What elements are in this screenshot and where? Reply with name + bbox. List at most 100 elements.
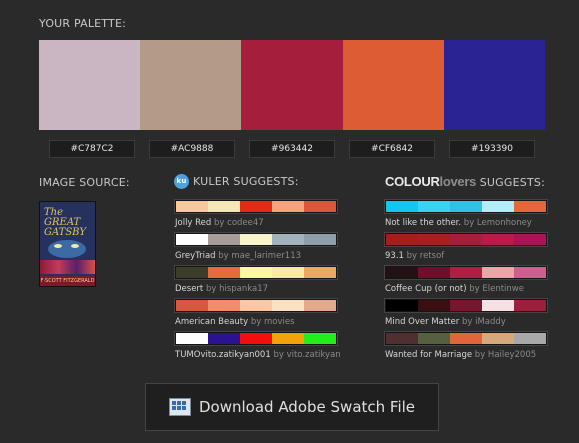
colourlovers-palette-name[interactable]: Wanted for Marriage bbox=[385, 350, 472, 360]
palette-swatch-3[interactable] bbox=[241, 40, 343, 130]
colourlovers-palette-author[interactable]: by Lemonhoney bbox=[464, 218, 532, 228]
color-chip bbox=[240, 300, 272, 311]
kuler-palette-author[interactable]: by movies bbox=[251, 317, 295, 327]
book-title: The GREAT GATSBY bbox=[44, 207, 86, 238]
kuler-palette-name[interactable]: GreyTriad bbox=[175, 251, 216, 261]
color-chip bbox=[482, 201, 514, 212]
kuler-color-strip[interactable] bbox=[175, 266, 337, 279]
color-chip bbox=[450, 234, 482, 245]
kuler-palette-author[interactable]: by hispanka17 bbox=[206, 284, 268, 294]
color-chip bbox=[176, 300, 208, 311]
colourlovers-suggestion[interactable]: 93.1 by retsof bbox=[385, 233, 547, 261]
colourlovers-color-strip[interactable] bbox=[385, 266, 547, 279]
color-chip bbox=[450, 333, 482, 344]
kuler-caption: Jolly Red by codee47 bbox=[175, 218, 337, 228]
kuler-suggestion[interactable]: Desert by hispanka17 bbox=[175, 266, 337, 294]
color-chip bbox=[240, 234, 272, 245]
color-chip bbox=[176, 267, 208, 278]
color-chip bbox=[240, 201, 272, 212]
kuler-palette-author[interactable]: by vito.zatikyan bbox=[273, 350, 340, 360]
palette-strip bbox=[39, 40, 546, 130]
hex-code-row: #C787C2 #AC9888 #963442 #CF6842 #193390 bbox=[49, 140, 535, 158]
kuler-caption: American Beauty by movies bbox=[175, 317, 337, 327]
kuler-palette-name[interactable]: TUMOvito.zatikyan001 bbox=[175, 350, 271, 360]
colourlovers-caption: Wanted for Marriage by Hailey2005 bbox=[385, 350, 547, 360]
colourlovers-palette-name[interactable]: 93.1 bbox=[385, 251, 404, 261]
book-cover-eye bbox=[71, 244, 79, 248]
hex-code[interactable]: #C787C2 bbox=[49, 140, 135, 158]
book-cover-face bbox=[48, 240, 86, 258]
color-chip bbox=[176, 201, 208, 212]
kuler-suggestion[interactable]: American Beauty by movies bbox=[175, 299, 337, 327]
kuler-color-strip[interactable] bbox=[175, 332, 337, 345]
kuler-color-strip[interactable] bbox=[175, 233, 337, 246]
colourlovers-color-strip[interactable] bbox=[385, 200, 547, 213]
colourlovers-suggestion[interactable]: Wanted for Marriage by Hailey2005 bbox=[385, 332, 547, 360]
book-cover-lights bbox=[40, 260, 95, 274]
color-chip bbox=[272, 234, 304, 245]
palette-swatch-1[interactable] bbox=[39, 40, 141, 130]
kuler-suggestion[interactable]: GreyTriad by mae_larimer113 bbox=[175, 233, 337, 261]
palette-swatch-2[interactable] bbox=[140, 40, 242, 130]
colourlovers-caption: Coffee Cup (or not) by Elentinwe bbox=[385, 284, 547, 294]
colourlovers-logo-bold[interactable]: COLOUR bbox=[385, 174, 440, 189]
download-swatch-button[interactable]: Download Adobe Swatch File bbox=[145, 383, 439, 431]
color-chip bbox=[514, 201, 546, 212]
color-chip bbox=[418, 201, 450, 212]
colourlovers-caption: 93.1 by retsof bbox=[385, 251, 547, 261]
kuler-suggestion[interactable]: Jolly Red by codee47 bbox=[175, 200, 337, 228]
color-chip bbox=[482, 267, 514, 278]
colourlovers-suggestion[interactable]: Not like the other. by Lemonhoney bbox=[385, 200, 547, 228]
colourlovers-logo-light[interactable]: lovers bbox=[440, 174, 477, 189]
color-chip bbox=[208, 300, 240, 311]
color-chip bbox=[176, 333, 208, 344]
color-chip bbox=[304, 201, 336, 212]
color-chip bbox=[450, 267, 482, 278]
color-chip bbox=[482, 234, 514, 245]
kuler-color-strip[interactable] bbox=[175, 200, 337, 213]
color-chip bbox=[450, 300, 482, 311]
colourlovers-suggestion[interactable]: Coffee Cup (or not) by Elentinwe bbox=[385, 266, 547, 294]
download-label: Download Adobe Swatch File bbox=[198, 398, 416, 416]
colourlovers-palette-author[interactable]: by Hailey2005 bbox=[475, 350, 536, 360]
color-chip bbox=[386, 201, 418, 212]
palette-swatch-4[interactable] bbox=[342, 40, 444, 130]
colourlovers-color-strip[interactable] bbox=[385, 299, 547, 312]
kuler-palette-author[interactable]: by codee47 bbox=[214, 218, 264, 228]
color-chip bbox=[418, 234, 450, 245]
swatch-file-icon bbox=[168, 398, 191, 416]
colourlovers-palette-author[interactable]: by Elentinwe bbox=[469, 284, 524, 294]
color-chip bbox=[176, 234, 208, 245]
kuler-suggestion[interactable]: TUMOvito.zatikyan001 by vito.zatikyan bbox=[175, 332, 341, 360]
kuler-header: ku KULER SUGGESTS: bbox=[174, 174, 299, 189]
kuler-color-strip[interactable] bbox=[175, 299, 337, 312]
color-chip bbox=[450, 201, 482, 212]
colourlovers-palette-name[interactable]: Mind Over Matter bbox=[385, 317, 459, 327]
kuler-caption: Desert by hispanka17 bbox=[175, 284, 337, 294]
kuler-palette-name[interactable]: American Beauty bbox=[175, 317, 248, 327]
hex-code[interactable]: #CF6842 bbox=[349, 140, 435, 158]
book-cover-eye bbox=[54, 244, 62, 248]
colourlovers-palette-author[interactable]: by retsof bbox=[407, 251, 445, 261]
colourlovers-color-strip[interactable] bbox=[385, 233, 547, 246]
color-chip bbox=[418, 300, 450, 311]
palette-swatch-5[interactable] bbox=[443, 40, 546, 130]
hex-code[interactable]: #963442 bbox=[249, 140, 335, 158]
kuler-palette-name[interactable]: Jolly Red bbox=[175, 218, 211, 228]
colourlovers-color-strip[interactable] bbox=[385, 332, 547, 345]
colourlovers-caption: Mind Over Matter by iMaddy bbox=[385, 317, 547, 327]
colourlovers-palette-name[interactable]: Not like the other. bbox=[385, 218, 461, 228]
color-chip bbox=[208, 333, 240, 344]
hex-code[interactable]: #193390 bbox=[449, 140, 535, 158]
colourlovers-palette-author[interactable]: by iMaddy bbox=[462, 317, 506, 327]
kuler-palette-name[interactable]: Desert bbox=[175, 284, 203, 294]
kuler-palette-author[interactable]: by mae_larimer113 bbox=[218, 251, 301, 261]
color-chip bbox=[386, 300, 418, 311]
color-chip bbox=[208, 234, 240, 245]
kuler-logo-icon[interactable]: ku bbox=[174, 174, 189, 189]
hex-code[interactable]: #AC9888 bbox=[149, 140, 235, 158]
colourlovers-suggestion[interactable]: Mind Over Matter by iMaddy bbox=[385, 299, 547, 327]
color-chip bbox=[272, 201, 304, 212]
source-image-thumbnail[interactable]: The GREAT GATSBY F·SCOTT FITZGERALD bbox=[39, 201, 96, 287]
colourlovers-palette-name[interactable]: Coffee Cup (or not) bbox=[385, 284, 467, 294]
